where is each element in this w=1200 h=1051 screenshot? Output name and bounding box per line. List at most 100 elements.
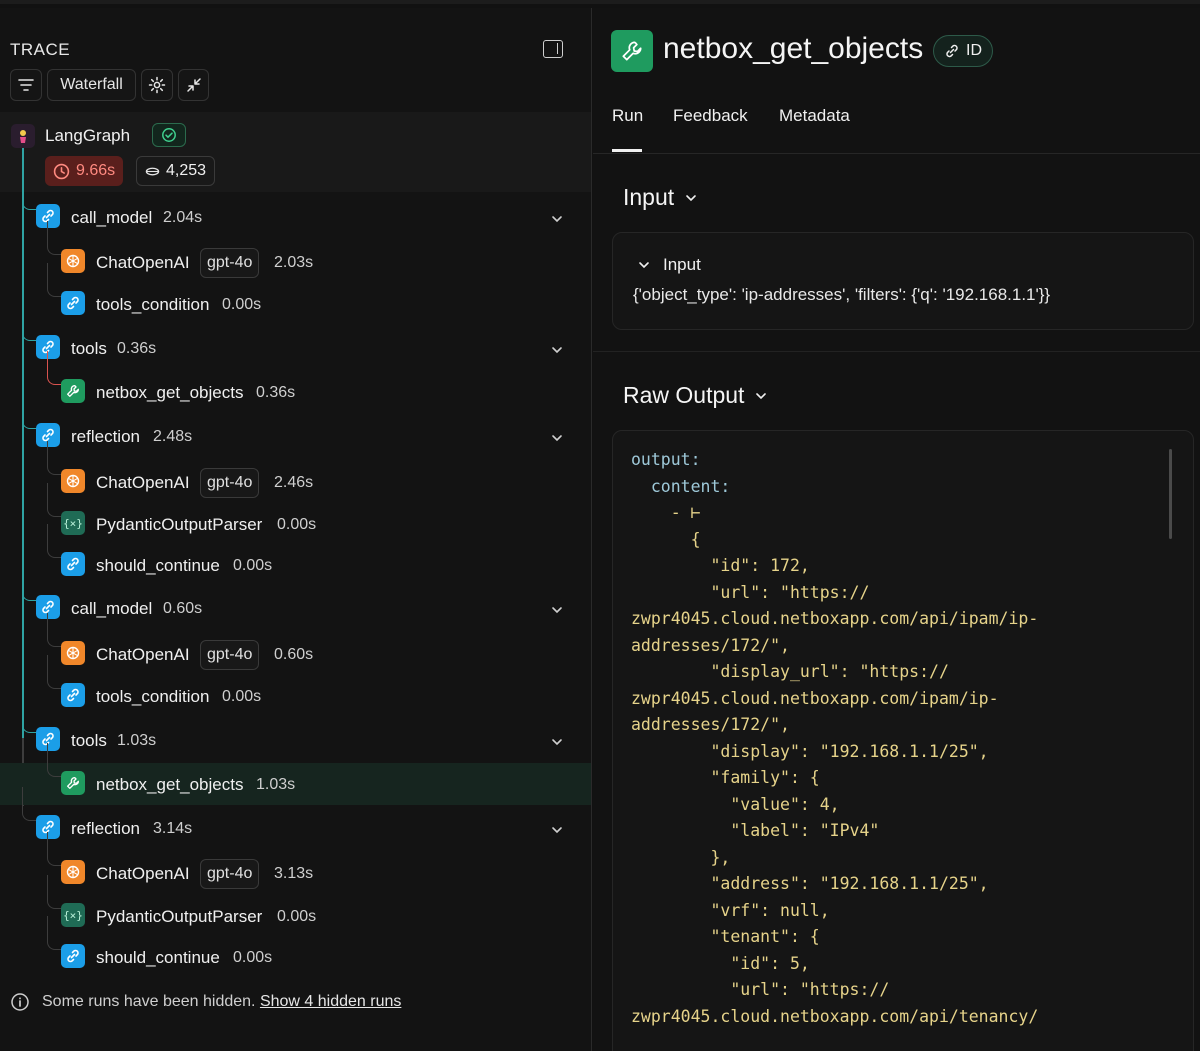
latency-value: 9.66s <box>76 162 116 179</box>
chevron-down-icon[interactable] <box>550 603 564 617</box>
settings-button[interactable] <box>141 69 173 101</box>
run-name: tools <box>71 731 107 750</box>
run-name: netbox_get_objects <box>96 775 244 794</box>
token-value: 4,253 <box>166 162 207 179</box>
openai-icon <box>61 860 85 884</box>
check-circle-icon <box>162 128 176 142</box>
chevron-down-icon <box>639 262 649 269</box>
divider <box>593 351 1200 352</box>
clock-icon <box>53 163 70 179</box>
root-name: LangGraph <box>45 126 131 145</box>
run-name: ChatOpenAI <box>96 473 190 492</box>
link-icon <box>61 683 85 707</box>
wrench-icon <box>61 771 85 795</box>
run-name: PydanticOutputParser <box>96 907 263 926</box>
collapse-button[interactable] <box>178 69 209 101</box>
trace-row[interactable] <box>0 373 591 415</box>
tree-connector <box>47 441 61 475</box>
link-icon <box>61 944 85 968</box>
input-section-toggle[interactable]: Input <box>623 184 698 211</box>
tree-connector <box>47 221 61 255</box>
run-title: netbox_get_objects <box>663 32 924 65</box>
filter-button[interactable] <box>10 69 42 101</box>
run-name: tools <box>71 339 107 358</box>
code-line: zwpr4045.cloud.netboxapp.com/api/tenancy… <box>631 1006 1039 1026</box>
chevron-down-icon[interactable] <box>550 431 564 445</box>
run-duration: 1.03s <box>117 732 157 749</box>
code-line: "vrf": null, <box>631 900 830 920</box>
run-duration: 2.03s <box>274 254 314 271</box>
tab-feedback[interactable]: Feedback <box>673 106 748 126</box>
braces-icon: {×} <box>61 903 85 927</box>
chevron-down-icon <box>756 392 767 399</box>
run-name: ChatOpenAI <box>96 864 190 883</box>
copy-id-button[interactable]: ID <box>933 35 993 67</box>
wrench-icon <box>611 30 653 72</box>
link-icon <box>61 552 85 576</box>
run-name: tools_condition <box>96 687 210 706</box>
run-name: reflection <box>71 427 140 446</box>
panel-toggle-icon[interactable] <box>543 40 563 58</box>
tree-connector <box>47 613 61 647</box>
collapse-icon <box>186 78 201 92</box>
code-line: "tenant": { <box>631 927 820 946</box>
code-line: "value": 4, <box>631 794 840 814</box>
code-line: output: <box>631 450 701 469</box>
gear-icon <box>148 76 166 94</box>
code-line: addresses/172/", <box>631 715 790 734</box>
chevron-down-icon[interactable] <box>550 735 564 749</box>
tree-connector <box>47 524 61 558</box>
code-line: "family": { <box>631 768 820 787</box>
langgraph-icon <box>11 124 35 148</box>
chevron-down-icon[interactable] <box>550 343 564 357</box>
run-name: PydanticOutputParser <box>96 515 263 534</box>
tree-connector <box>47 483 61 517</box>
input-card: Input {'object_type': 'ip-addresses', 'f… <box>612 232 1194 330</box>
hidden-runs-text: Some runs have been hidden. <box>42 993 256 1010</box>
input-card-toggle[interactable]: Input <box>637 255 701 275</box>
link-icon <box>946 44 958 58</box>
run-duration: 1.03s <box>256 776 296 793</box>
code-line: "label": "IPv4" <box>631 821 880 840</box>
run-name: ChatOpenAI <box>96 645 190 664</box>
trace-row[interactable] <box>0 285 591 327</box>
run-duration: 0.60s <box>274 646 314 663</box>
trace-row[interactable] <box>0 938 591 980</box>
filter-icon <box>18 79 34 91</box>
show-hidden-runs-link[interactable]: Show 4 hidden runs <box>260 993 401 1010</box>
raw-output-card: output: content: - ⊢ { "id": 172, "url":… <box>612 430 1194 1051</box>
trace-panel: TRACE Waterfall LangGraph 9.66s 4,253 ca… <box>0 8 592 1051</box>
tree-connector <box>22 699 36 733</box>
trace-row[interactable] <box>0 677 591 719</box>
chevron-down-icon[interactable] <box>550 212 564 226</box>
tab-metadata[interactable]: Metadata <box>779 106 850 126</box>
run-duration: 3.13s <box>274 865 314 882</box>
tab-run[interactable]: Run <box>612 106 643 126</box>
code-scrollbar[interactable] <box>1169 449 1172 539</box>
trace-row[interactable] <box>0 546 591 588</box>
run-duration: 0.00s <box>277 516 317 533</box>
chevron-down-icon[interactable] <box>550 823 564 837</box>
run-name: ChatOpenAI <box>96 253 190 272</box>
tree-connector <box>22 395 36 429</box>
code-line: zwpr4045.cloud.netboxapp.com/ipam/ip- <box>631 688 999 708</box>
run-duration: 0.00s <box>222 296 262 313</box>
trace-row[interactable] <box>0 765 591 807</box>
run-duration: 2.48s <box>153 428 193 445</box>
code-line: { <box>631 529 701 549</box>
code-line: "url": "https:// <box>631 980 890 999</box>
run-duration: 0.60s <box>163 600 203 617</box>
openai-icon <box>61 249 85 273</box>
run-detail-panel: netbox_get_objects ID Run Feedback Metad… <box>593 8 1200 1051</box>
tree-connector <box>47 351 61 385</box>
active-tab-indicator <box>612 149 642 152</box>
tree-connector <box>47 743 61 777</box>
success-badge <box>152 123 186 147</box>
tokens-icon <box>145 167 160 175</box>
waterfall-button[interactable]: Waterfall <box>47 69 136 101</box>
run-name: call_model <box>71 208 153 227</box>
code-line: "id": 5, <box>631 953 810 973</box>
raw-output-section-toggle[interactable]: Raw Output <box>623 382 768 409</box>
run-name: reflection <box>71 819 140 838</box>
model-tag: gpt-4o <box>200 248 260 278</box>
